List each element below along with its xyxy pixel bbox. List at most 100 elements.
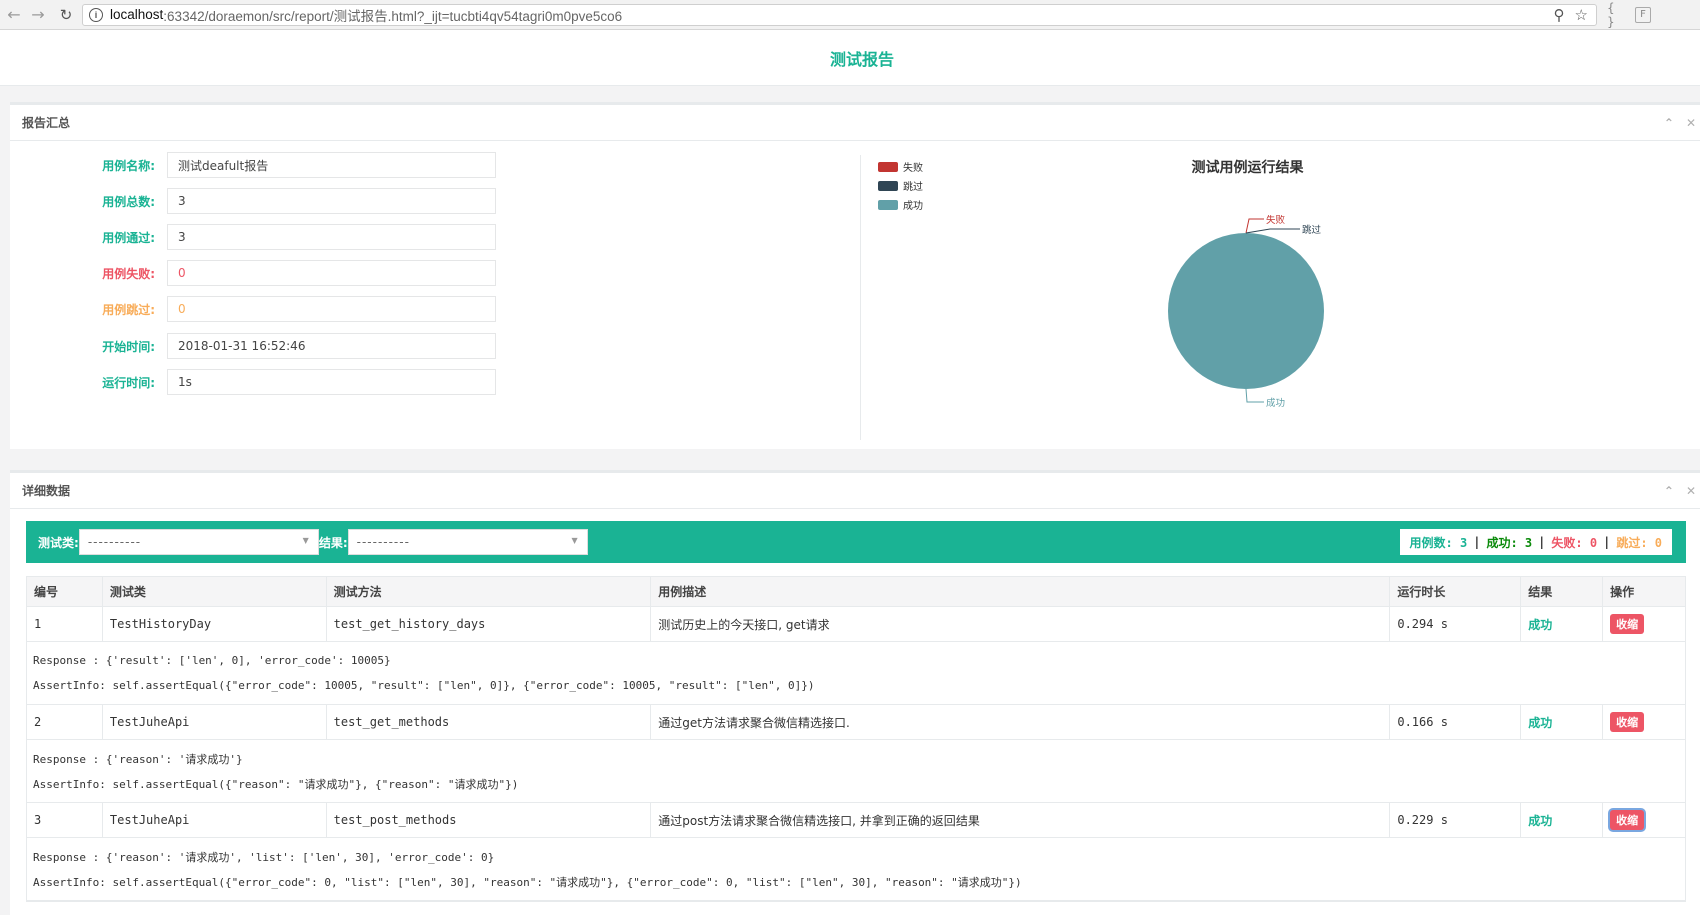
- summary-field-row: 用例总数: 3: [10, 188, 510, 214]
- legend-swatch: [878, 199, 898, 210]
- summary-field-row: 用例通过: 3: [10, 224, 510, 250]
- stat-separator: |: [1603, 535, 1611, 549]
- cell-duration: 0.229 s: [1390, 803, 1522, 837]
- cell-result: 成功: [1521, 705, 1604, 739]
- table-header-row: 编号 测试类 测试方法 用例描述 运行时长 结果 操作: [27, 577, 1686, 607]
- reload-icon[interactable]: ↻: [54, 3, 78, 27]
- summary-panel-header: 报告汇总 ⌃ ✕: [10, 105, 1700, 141]
- summary-panel: 报告汇总 ⌃ ✕ 用例名称: 测试deafult报告用例总数: 3 用例通过: 3 用例失…: [10, 102, 1700, 449]
- class-filter-select[interactable]: ---------- ▼: [78, 529, 319, 555]
- summary-panel-title: 报告汇总: [22, 116, 71, 130]
- bookmark-star-icon[interactable]: ☆: [1575, 6, 1588, 24]
- summary-field-label: 用例名称:: [102, 158, 155, 173]
- stat-total: 用例数: 3: [1409, 535, 1468, 550]
- page-title: 测试报告: [829, 49, 894, 69]
- close-icon[interactable]: ✕: [1686, 116, 1696, 130]
- column-header: 结果: [1521, 577, 1604, 606]
- column-header: 测试方法: [326, 577, 652, 606]
- detail-panel-title: 详细数据: [22, 484, 71, 498]
- summary-field-value[interactable]: 2018-01-31 16:52:46: [167, 333, 496, 359]
- response-text: Response : {'reason': '请求成功'}: [33, 752, 243, 766]
- column-header: 运行时长: [1390, 577, 1522, 606]
- forward-arrow-icon[interactable]: →: [26, 3, 50, 27]
- summary-field-row: 开始时间: 2018-01-31 16:52:46: [10, 333, 510, 359]
- address-bar[interactable]: i localhost:63342/doraemon/src/report/测试…: [82, 3, 1597, 26]
- legend-swatch: [878, 161, 898, 172]
- summary-field-value[interactable]: 0: [167, 260, 496, 286]
- summary-field-value[interactable]: 0: [167, 296, 496, 322]
- stat-separator: |: [1473, 535, 1481, 549]
- table-row: 1 TestHistoryDay test_get_history_days 测试历史…: [27, 607, 1685, 642]
- cell-action: 收缩: [1603, 803, 1685, 837]
- summary-field-label: 用例失败:: [102, 266, 155, 281]
- summary-field-row: 用例失败: 0: [10, 260, 510, 286]
- cell-method: test_get_methods: [327, 705, 652, 739]
- cell-action: 收缩: [1603, 607, 1685, 641]
- close-icon[interactable]: ✕: [1686, 484, 1696, 498]
- extension-icon[interactable]: F: [1635, 6, 1651, 23]
- page-header: 测试报告: [0, 30, 1700, 86]
- result-table: 编号 测试类 测试方法 用例描述 运行时长 结果 操作 1 TestHistory…: [26, 576, 1686, 902]
- browser-toolbar: ← → ↻ i localhost:63342/doraemon/src/rep…: [0, 0, 1700, 30]
- cell-method: test_get_history_days: [327, 607, 652, 641]
- zoom-icon[interactable]: ⚲: [1554, 6, 1565, 24]
- summary-field-row: 用例名称: 测试deafult报告: [10, 152, 510, 178]
- stat-skip: 跳过: 0: [1616, 535, 1662, 550]
- class-filter-value: ----------: [87, 535, 142, 549]
- chart-title: 测试用例运行结果: [1191, 160, 1304, 176]
- back-arrow-icon[interactable]: ←: [2, 3, 26, 27]
- cell-description: 测试历史上的今天接口, get请求: [651, 607, 1391, 641]
- url-host: localhost: [110, 7, 164, 22]
- legend-item[interactable]: 失败: [878, 157, 923, 176]
- cell-duration: 0.166 s: [1390, 705, 1522, 739]
- result-status: 成功: [1528, 813, 1553, 828]
- json-extension-icon[interactable]: { }: [1607, 1, 1623, 29]
- result-filter-select[interactable]: ---------- ▼: [347, 529, 588, 555]
- collapse-chevron-icon[interactable]: ⌃: [1664, 116, 1674, 130]
- result-filter-value: ----------: [356, 535, 410, 549]
- cell-duration: 0.294 s: [1390, 607, 1522, 641]
- column-header: 操作: [1603, 577, 1686, 606]
- cell-id: 2: [27, 705, 103, 739]
- result-status: 成功: [1528, 715, 1553, 730]
- table-body: 1 TestHistoryDay test_get_history_days 测试历史…: [27, 607, 1685, 901]
- summary-field-value[interactable]: 测试deafult报告: [167, 152, 496, 178]
- collapse-button[interactable]: 收缩: [1610, 810, 1645, 830]
- assert-text: AssertInfo: self.assertEqual({"reason": …: [33, 777, 519, 791]
- summary-field-value[interactable]: 3: [167, 224, 496, 250]
- pie-label-success: 成功: [1266, 397, 1285, 409]
- pie-label-fail: 失败: [1266, 215, 1286, 226]
- pie-label-skip: 跳过: [1302, 224, 1322, 236]
- cell-method: test_post_methods: [327, 803, 652, 837]
- chart-legend: 失败跳过成功: [878, 157, 923, 214]
- stat-fail: 失败: 0: [1551, 535, 1598, 550]
- cell-description: 通过post方法请求聚合微信精选接口, 并拿到正确的返回结果: [651, 803, 1391, 837]
- table-row: 3 TestJuheApi test_post_methods 通过post方法请求聚…: [27, 803, 1685, 838]
- result-filter-label: 结果:: [318, 535, 348, 550]
- summary-field-label: 开始时间:: [102, 339, 155, 354]
- summary-field-label: 运行时间:: [102, 375, 155, 390]
- cell-result: 成功: [1521, 803, 1604, 837]
- cell-description: 通过get方法请求聚合微信精选接口.: [651, 705, 1391, 739]
- summary-field-value[interactable]: 3: [167, 188, 496, 214]
- site-info-icon[interactable]: i: [89, 7, 103, 22]
- class-filter-label: 测试类:: [38, 535, 79, 550]
- cell-id: 3: [27, 803, 103, 837]
- filter-bar: 测试类: ---------- ▼ 结果: ---------- ▼ 用例数: …: [26, 521, 1686, 563]
- dropdown-arrow-icon: ▼: [571, 536, 579, 545]
- dropdown-arrow-icon: ▼: [302, 536, 310, 545]
- column-header: 编号: [27, 577, 103, 606]
- legend-item[interactable]: 成功: [878, 195, 923, 214]
- summary-field-label: 用例跳过:: [102, 302, 155, 317]
- collapse-button[interactable]: 收缩: [1610, 614, 1645, 634]
- assert-text: AssertInfo: self.assertEqual({"error_cod…: [33, 875, 1022, 889]
- legend-item[interactable]: 跳过: [878, 176, 923, 195]
- label-line-success: [1245, 388, 1264, 403]
- pie-slice-success[interactable]: [1168, 233, 1324, 389]
- summary-field-value[interactable]: 1s: [167, 369, 496, 395]
- collapse-button[interactable]: 收缩: [1610, 712, 1645, 732]
- legend-label: 跳过: [903, 182, 923, 193]
- collapse-chevron-icon[interactable]: ⌃: [1664, 484, 1674, 498]
- legend-label: 成功: [903, 201, 923, 212]
- detail-panel-header: 详细数据 ⌃ ✕: [10, 473, 1700, 509]
